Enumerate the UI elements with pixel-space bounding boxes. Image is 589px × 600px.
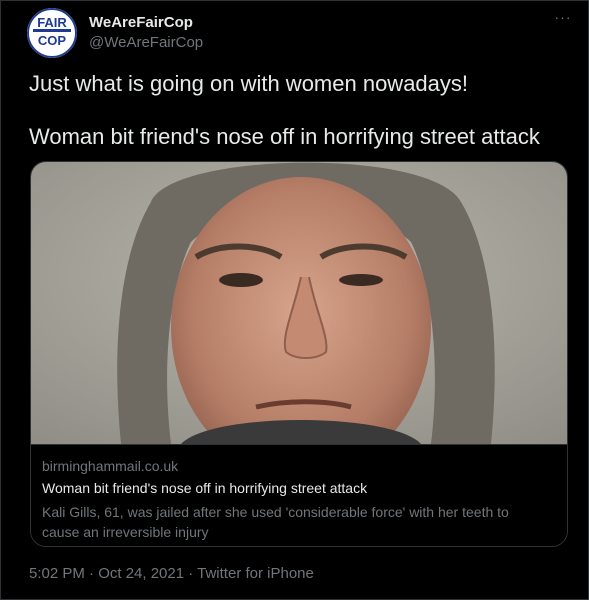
tweet-text-line-1: Just what is going on with women nowaday… bbox=[29, 71, 469, 96]
link-card[interactable]: birminghammail.co.uk Woman bit friend's … bbox=[30, 161, 568, 547]
mugshot-photo-icon bbox=[31, 162, 567, 444]
card-description: Kali Gills, 61, was jailed after she use… bbox=[42, 504, 509, 540]
avatar-logo-text-top: FAIR bbox=[37, 15, 67, 30]
card-domain: birminghammail.co.uk bbox=[42, 458, 179, 474]
avatar-logo-text-bottom: COP bbox=[38, 33, 67, 48]
fair-cop-logo-icon: FAIR COP bbox=[27, 8, 77, 58]
tweet-text-line-2: Woman bit friend's nose off in horrifyin… bbox=[29, 124, 540, 149]
author-handle[interactable]: @WeAreFairCop bbox=[89, 34, 203, 51]
avatar[interactable]: FAIR COP bbox=[27, 8, 77, 58]
card-title: Woman bit friend's nose off in horrifyin… bbox=[42, 480, 368, 496]
tweet-timestamp[interactable]: 5:02 PM · Oct 24, 2021 · Twitter for iPh… bbox=[29, 565, 314, 582]
tweet: FAIR COP WeAreFairCop @WeAreFairCop ··· … bbox=[0, 0, 589, 600]
more-options-icon[interactable]: ··· bbox=[551, 9, 575, 29]
card-meta: birminghammail.co.uk Woman bit friend's … bbox=[31, 444, 567, 546]
author-name[interactable]: WeAreFairCop bbox=[89, 14, 193, 31]
